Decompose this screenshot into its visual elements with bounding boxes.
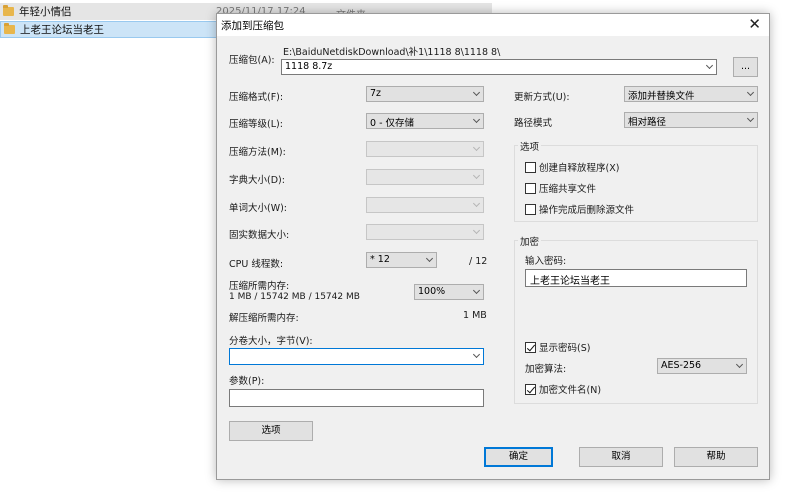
update-mode-value: 添加并替换文件 (628, 91, 695, 102)
archive-name-combo[interactable]: 1118 8.7z (281, 59, 717, 75)
decompress-memory-label: 解压缩所需内存: (229, 313, 299, 324)
file-name: 上老王论坛当老王 (20, 24, 104, 36)
cpu-threads-max: / 12 (469, 256, 488, 267)
close-icon[interactable]: ✕ (748, 15, 761, 33)
split-size-combo[interactable] (229, 348, 484, 365)
shared-files-checkbox[interactable]: 压缩共享文件 (525, 181, 596, 195)
format-label: 压缩格式(F): (229, 92, 284, 103)
path-mode-select[interactable]: 相对路径 (624, 112, 758, 128)
folder-icon (3, 5, 14, 16)
encryption-method-value: AES-256 (661, 360, 702, 371)
archive-name-value: 1118 8.7z (285, 61, 333, 72)
compress-memory-label: 压缩所需内存: (229, 281, 290, 292)
word-size-label: 单词大小(W): (229, 203, 288, 214)
chevron-down-icon (746, 88, 755, 97)
options-button[interactable]: 选项 (229, 421, 313, 441)
chevron-down-icon (472, 115, 481, 124)
checkbox-box (525, 161, 536, 173)
encrypt-names-label: 加密文件名(N) (539, 385, 602, 396)
archive-label: 压缩包(A): (229, 55, 275, 66)
show-password-checkbox[interactable]: 显示密码(S) (525, 340, 590, 354)
level-select[interactable]: 0 - 仅存储 (366, 113, 484, 129)
encryption-group-title: 加密 (518, 234, 542, 248)
cpu-threads-value: * 12 (370, 254, 390, 265)
path-mode-value: 相对路径 (628, 117, 667, 128)
file-name: 年轻小情侣 (19, 6, 72, 18)
shared-files-label: 压缩共享文件 (539, 184, 597, 195)
method-label: 压缩方法(M): (229, 147, 286, 158)
folder-icon (4, 23, 15, 34)
solid-size-select[interactable] (366, 224, 484, 240)
options-group-title: 选项 (518, 139, 542, 153)
word-size-select[interactable] (366, 197, 484, 213)
dialog-titlebar[interactable]: 添加到压缩包 ✕ (217, 14, 769, 36)
split-size-label: 分卷大小，字节(V): (229, 336, 313, 347)
level-value: 0 - 仅存储 (370, 118, 415, 129)
path-mode-label: 路径模式 (514, 118, 553, 129)
ok-button[interactable]: 确定 (484, 447, 553, 467)
sfx-checkbox[interactable]: 创建自释放程序(X) (525, 160, 619, 174)
level-label: 压缩等级(L): (229, 119, 283, 130)
chevron-down-icon (472, 350, 481, 359)
cpu-threads-select[interactable]: * 12 (366, 252, 437, 268)
chevron-down-icon (735, 360, 744, 369)
chevron-down-icon (472, 286, 481, 295)
update-mode-select[interactable]: 添加并替换文件 (624, 86, 758, 102)
dict-size-label: 字典大小(D): (229, 175, 285, 186)
decompress-memory-value: 1 MB (463, 310, 487, 321)
compress-memory-value: 1 MB / 15742 MB / 15742 MB (229, 292, 360, 302)
checkbox-checked-icon (525, 383, 536, 395)
delete-after-label: 操作完成后删除源文件 (539, 205, 635, 216)
checkbox-box (525, 182, 536, 194)
checkbox-box (525, 203, 536, 215)
chevron-down-icon (705, 61, 714, 70)
encryption-method-label: 加密算法: (525, 364, 567, 375)
format-select[interactable]: 7z (366, 86, 484, 102)
chevron-down-icon (746, 114, 755, 123)
delete-after-checkbox[interactable]: 操作完成后删除源文件 (525, 202, 634, 216)
chevron-down-icon (472, 88, 481, 97)
format-value: 7z (370, 88, 382, 99)
params-label: 参数(P): (229, 376, 265, 387)
update-mode-label: 更新方式(U): (514, 92, 570, 103)
params-input[interactable] (229, 389, 484, 407)
chevron-down-icon (472, 199, 481, 208)
memory-percent-select[interactable]: 100% (414, 284, 484, 300)
chevron-down-icon (472, 226, 481, 235)
help-button[interactable]: 帮助 (674, 447, 758, 467)
show-password-label: 显示密码(S) (539, 343, 591, 354)
dict-size-select[interactable] (366, 169, 484, 185)
archive-path: E:\BaiduNetdiskDownload\补1\1118 8\1118 8… (283, 47, 501, 58)
chevron-down-icon (472, 143, 481, 152)
cpu-threads-label: CPU 线程数: (229, 259, 284, 270)
browse-button[interactable]: ... (733, 57, 758, 77)
sfx-label: 创建自释放程序(X) (539, 163, 620, 174)
checkbox-checked-icon (525, 341, 536, 353)
memory-percent-value: 100% (418, 286, 446, 297)
solid-size-label: 固实数据大小: (229, 230, 290, 241)
dialog-title: 添加到压缩包 (221, 20, 284, 32)
cancel-button[interactable]: 取消 (579, 447, 663, 467)
encrypt-names-checkbox[interactable]: 加密文件名(N) (525, 382, 601, 396)
encryption-method-select[interactable]: AES-256 (657, 358, 747, 374)
chevron-down-icon (472, 171, 481, 180)
password-label: 输入密码: (525, 256, 567, 267)
add-to-archive-dialog: 添加到压缩包 ✕ 压缩包(A): E:\BaiduNetdiskDownload… (216, 13, 770, 480)
password-input[interactable]: 上老王论坛当老王 (525, 269, 747, 287)
method-select[interactable] (366, 141, 484, 157)
chevron-down-icon (425, 254, 434, 263)
